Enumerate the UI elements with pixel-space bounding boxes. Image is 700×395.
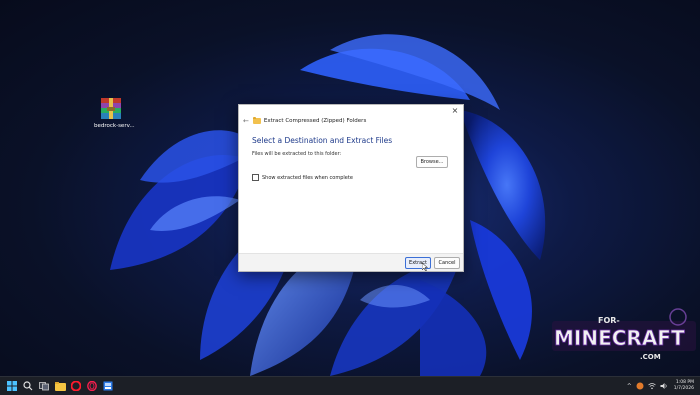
extract-dialog: × ← Extract Compressed (Zipped) Folders …: [238, 104, 464, 272]
browse-button[interactable]: Browse...: [416, 156, 448, 168]
desktop-icon-bedrock-server[interactable]: bedrock-serv...: [94, 97, 135, 129]
task-view-icon[interactable]: [37, 379, 51, 393]
watermark-top-text: FOR-: [598, 316, 620, 325]
desktop: bedrock-serv... × ← Extract Compressed (…: [0, 0, 700, 376]
dialog-title: Extract Compressed (Zipped) Folders: [263, 118, 367, 124]
taskbar: ^ 1:08 PM 1/7/2026: [0, 376, 700, 395]
for-minecraft-watermark: FOR- MINECRAFT .COM: [552, 308, 696, 361]
system-tray: ^ 1:08 PM 1/7/2026: [623, 377, 694, 395]
dialog-heading: Select a Destination and Extract Files: [252, 136, 393, 145]
show-files-label: Show extracted files when complete: [262, 174, 353, 181]
opera-icon[interactable]: [69, 379, 83, 393]
desktop-icon-label: bedrock-serv...: [94, 123, 135, 129]
destination-description: Files will be extracted to this folder:: [252, 151, 342, 157]
opera-gx-icon[interactable]: [85, 379, 99, 393]
winrar-archive-icon: [98, 97, 124, 121]
show-files-checkbox[interactable]: [252, 174, 259, 181]
zip-folder-icon: [252, 117, 261, 124]
close-icon[interactable]: ×: [450, 106, 460, 115]
file-explorer-icon[interactable]: [53, 379, 67, 393]
windows-start-icon[interactable]: [5, 379, 19, 393]
back-arrow-icon[interactable]: ←: [243, 117, 249, 125]
watermark-bottom-text: .COM: [640, 353, 661, 361]
show-files-option[interactable]: Show extracted files when complete: [252, 174, 353, 181]
taskbar-clock[interactable]: 1:08 PM 1/7/2026: [674, 380, 694, 392]
clock-date: 1/7/2026: [673, 386, 694, 391]
cancel-button[interactable]: Cancel: [434, 257, 460, 269]
app-window-icon[interactable]: [101, 379, 115, 393]
search-icon[interactable]: [21, 379, 35, 393]
volume-icon[interactable]: [660, 382, 668, 390]
taskbar-icons: [5, 379, 117, 393]
tray-app-icon[interactable]: [636, 382, 644, 390]
watermark-main-text: MINECRAFT: [554, 326, 685, 350]
wifi-icon[interactable]: [648, 382, 656, 390]
tray-chevron-icon[interactable]: ^: [627, 383, 632, 390]
mouse-cursor-icon: [422, 263, 428, 271]
dialog-titlebar: ← Extract Compressed (Zipped) Folders: [243, 116, 366, 126]
dialog-footer: Extract Cancel: [239, 253, 463, 271]
